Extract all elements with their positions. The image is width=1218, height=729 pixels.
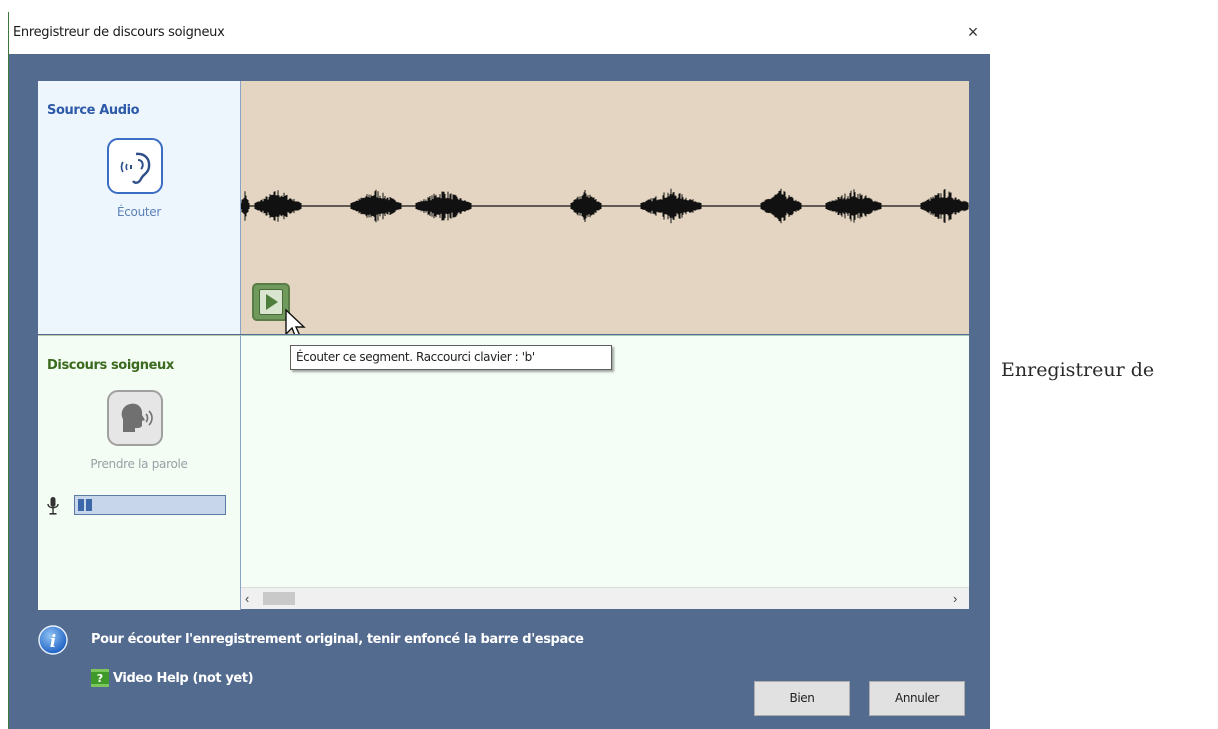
info-icon: i — [38, 625, 68, 655]
source-audio-label: Source Audio — [47, 103, 140, 118]
source-audio-panel: Source Audio Écouter — [38, 81, 241, 334]
ok-button[interactable]: Bien — [754, 681, 850, 716]
careful-speech-panel: Discours soigneux Prendre la parole — [38, 335, 241, 610]
scroll-thumb[interactable] — [263, 592, 295, 605]
svg-text:?: ? — [97, 672, 103, 685]
waveform — [241, 188, 969, 224]
ear-icon — [120, 152, 151, 184]
dialog-window: Enregistreur de discours soigneux × Sour… — [8, 12, 991, 729]
mic-level-fill — [78, 499, 92, 511]
transcript-area[interactable] — [241, 335, 969, 588]
speak-label: Prendre la parole — [90, 457, 188, 471]
mic-level-meter — [74, 495, 226, 515]
mouse-cursor-icon — [285, 308, 306, 334]
listen-button[interactable] — [107, 138, 163, 194]
close-button[interactable]: × — [959, 18, 987, 46]
microphone-icon — [47, 497, 59, 515]
cancel-button[interactable]: Annuler — [869, 681, 965, 716]
info-message: Pour écouter l'enregistrement original, … — [91, 632, 584, 647]
speaking-head-icon — [121, 403, 153, 432]
careful-speech-label: Discours soigneux — [47, 358, 174, 373]
svg-text:i: i — [50, 632, 56, 652]
waveform-area[interactable] — [241, 81, 969, 334]
play-icon — [266, 294, 278, 310]
scroll-left-arrow[interactable]: ‹ — [245, 591, 249, 606]
video-help-icon[interactable]: ? — [91, 669, 109, 687]
scroll-right-arrow[interactable]: › — [953, 591, 957, 606]
side-text: Enregistreur de — [1001, 359, 1155, 381]
window-title: Enregistreur de discours soigneux — [13, 25, 225, 40]
horizontal-scrollbar[interactable]: ‹ › — [241, 587, 969, 609]
speak-button[interactable] — [107, 390, 163, 446]
title-bar: Enregistreur de discours soigneux × — [9, 12, 991, 54]
listen-label: Écouter — [116, 205, 162, 219]
video-help-link[interactable]: Video Help (not yet) — [113, 671, 254, 686]
play-tooltip: Écouter ce segment. Raccourci clavier : … — [290, 345, 612, 370]
